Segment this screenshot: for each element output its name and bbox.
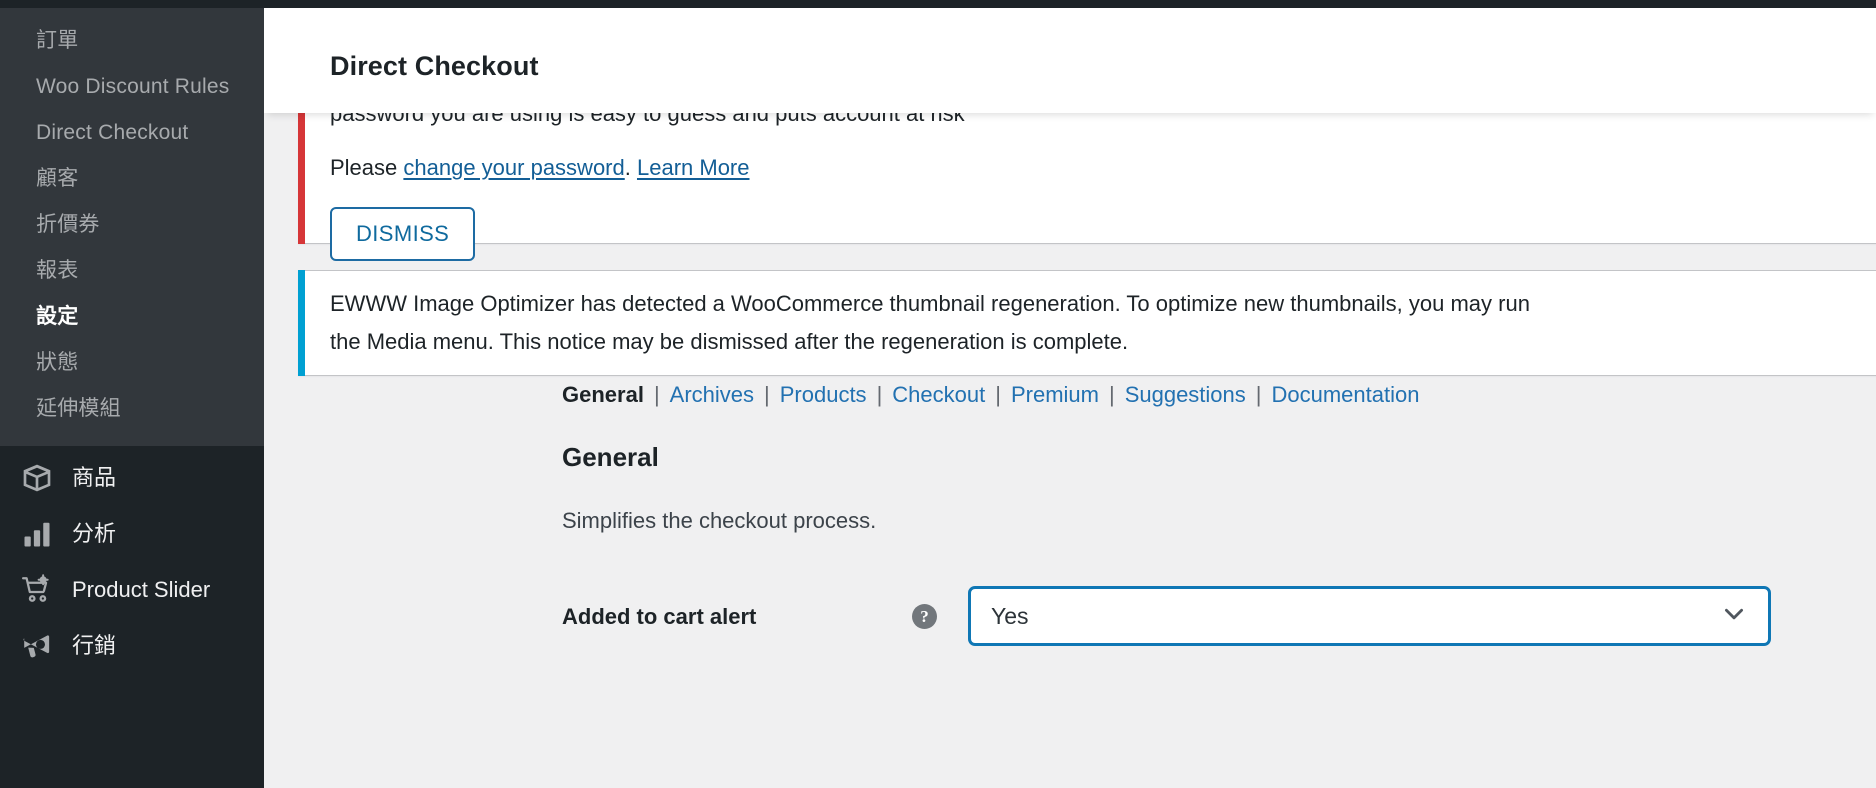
- sidebar-item-direct-checkout[interactable]: Direct Checkout: [0, 110, 264, 156]
- sidebar-item-marketing[interactable]: 行銷: [0, 618, 264, 674]
- sidebar-item-woo-discount-rules[interactable]: Woo Discount Rules: [0, 64, 264, 110]
- ewww-notice: EWWW Image Optimizer has detected a WooC…: [298, 270, 1876, 376]
- wordpress-admin-screen: 訂單 Woo Discount Rules Direct Checkout 顧客…: [0, 0, 1876, 788]
- woocommerce-submenu: 訂單 Woo Discount Rules Direct Checkout 顧客…: [0, 8, 264, 446]
- tab-archives[interactable]: Archives: [670, 382, 754, 407]
- help-icon[interactable]: ?: [912, 603, 937, 629]
- sidebar-item-customers[interactable]: 顧客: [0, 156, 264, 202]
- sidebar-item-status[interactable]: 狀態: [0, 340, 264, 386]
- ewww-notice-line-2: the Media menu. This notice may be dismi…: [330, 329, 1129, 354]
- product-box-icon: [20, 461, 54, 495]
- learn-more-link[interactable]: Learn More: [637, 155, 750, 180]
- added-to-cart-alert-label: Added to cart alert: [562, 604, 757, 629]
- added-to-cart-alert-select-wrap: Yes No: [968, 586, 1771, 646]
- cart-gear-icon: [20, 573, 54, 607]
- sidebar-item-orders[interactable]: 訂單: [0, 18, 264, 64]
- tab-premium[interactable]: Premium: [1011, 382, 1099, 407]
- change-password-link[interactable]: change your password: [403, 155, 624, 180]
- tab-separator: |: [876, 382, 883, 407]
- sidebar-item-settings[interactable]: 設定: [0, 294, 264, 340]
- tab-separator: |: [1108, 382, 1115, 407]
- sticky-page-header: Direct Checkout: [264, 8, 1876, 113]
- tab-separator: |: [764, 382, 770, 407]
- sidebar-item-product-slider[interactable]: Product Slider: [0, 562, 264, 618]
- sidebar-item-extensions[interactable]: 延伸模組: [0, 386, 264, 432]
- bar-chart-icon: [20, 517, 54, 551]
- dismiss-button[interactable]: DISMISS: [330, 207, 476, 261]
- megaphone-icon: [20, 629, 54, 663]
- sidebar-item-label: 行銷: [72, 633, 117, 658]
- ewww-notice-line-1: EWWW Image Optimizer has detected a WooC…: [330, 291, 1530, 316]
- tab-documentation[interactable]: Documentation: [1272, 382, 1420, 407]
- tab-separator: |: [653, 382, 660, 407]
- sidebar-item-reports[interactable]: 報表: [0, 248, 264, 294]
- tab-suggestions[interactable]: Suggestions: [1125, 382, 1246, 407]
- settings-tab-nav: General | Archives | Products | Checkout | Premi…: [562, 380, 1419, 410]
- tab-checkout[interactable]: Checkout: [892, 382, 985, 407]
- sidebar-item-label: Product Slider: [72, 577, 211, 602]
- added-to-cart-alert-select[interactable]: Yes No: [968, 586, 1771, 646]
- main-menu-group: 商品 分析 Product Slider 行銷: [0, 446, 264, 674]
- sidebar-item-analytics[interactable]: 分析: [0, 506, 264, 562]
- tab-general[interactable]: General: [562, 382, 644, 407]
- tab-separator: |: [1255, 382, 1262, 407]
- admin-sidebar: 訂單 Woo Discount Rules Direct Checkout 顧客…: [0, 0, 264, 788]
- tab-products[interactable]: Products: [780, 382, 867, 407]
- section-description: Simplifies the checkout process.: [562, 508, 877, 533]
- added-to-cart-alert-row: Added to cart alert ? Yes No: [562, 586, 1876, 646]
- page-title: Direct Checkout: [330, 51, 539, 81]
- sidebar-item-label: 商品: [72, 465, 117, 490]
- password-notice-text: Please change your password. Learn More: [330, 151, 1876, 185]
- admin-bar-strip: [0, 0, 1876, 8]
- password-notice-middle: .: [624, 155, 637, 180]
- sidebar-item-products[interactable]: 商品: [0, 450, 264, 506]
- section-title: General: [562, 442, 659, 472]
- tab-separator: |: [995, 382, 1001, 407]
- sidebar-item-label: 分析: [72, 521, 117, 546]
- sidebar-item-coupons[interactable]: 折價券: [0, 202, 264, 248]
- admin-content: password you are using is easy to guess …: [264, 8, 1876, 788]
- password-notice-prefix: Please: [330, 155, 404, 180]
